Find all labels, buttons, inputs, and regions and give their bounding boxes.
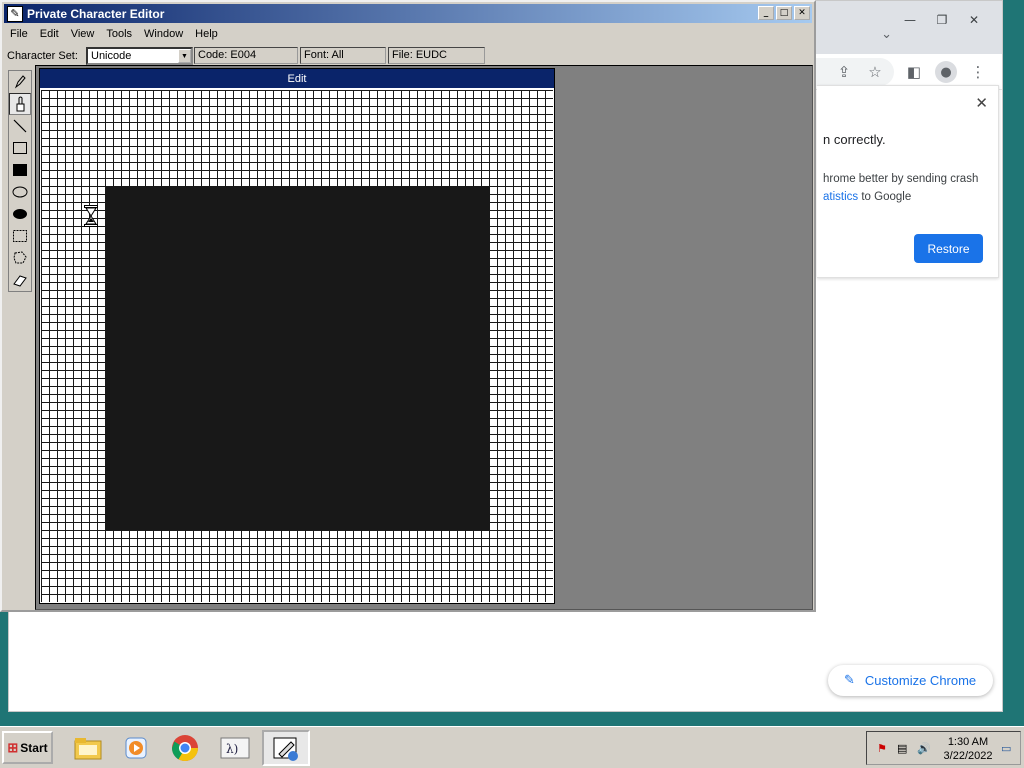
clock-time: 1:30 AM xyxy=(947,736,989,748)
share-icon[interactable]: ⇪ xyxy=(833,61,855,83)
menu-help[interactable]: Help xyxy=(189,28,224,40)
minimize-icon[interactable]: — xyxy=(894,10,926,30)
private-character-editor-window: ✎ Private Character Editor _ □ ✕ File Ed… xyxy=(0,0,816,612)
freeform-selection-tool-icon[interactable] xyxy=(9,247,31,269)
crash-body: hrome better by sending crash atistics t… xyxy=(823,170,978,206)
charset-label: Character Set: xyxy=(7,50,78,62)
windows-flag-icon: ⊞ xyxy=(7,739,19,755)
start-label: Start xyxy=(20,740,48,755)
code-field: Code: E004 xyxy=(194,47,298,64)
app-icon[interactable]: ✎ xyxy=(7,5,23,22)
statistics-link[interactable]: atistics xyxy=(823,191,858,203)
network-icon[interactable]: ▤ xyxy=(897,742,913,756)
clock-date: 3/22/2022 xyxy=(943,750,993,762)
character-map-taskbar-icon[interactable]: λ) xyxy=(211,730,259,766)
media-player-taskbar-icon[interactable] xyxy=(112,730,160,766)
edit-window-title[interactable]: Edit xyxy=(40,69,554,88)
system-tray: ⚑ ▤ 🔊 1:30 AM 3/22/2022 ▭ xyxy=(866,731,1021,765)
character-edit-grid[interactable] xyxy=(41,90,553,602)
menu-icon[interactable]: ⋮ xyxy=(967,61,989,83)
window-title: Private Character Editor xyxy=(27,6,165,21)
eraser-tool-icon[interactable] xyxy=(9,269,31,291)
customize-chrome-button[interactable]: ✎ Customize Chrome xyxy=(828,665,993,696)
dropdown-arrow-icon[interactable]: ▼ xyxy=(178,49,191,63)
edit-window: Edit xyxy=(39,68,555,604)
file-field: File: EUDC xyxy=(388,47,485,64)
pencil-icon: ✎ xyxy=(844,673,855,688)
brush-tool-icon[interactable] xyxy=(9,93,31,115)
svg-text:λ): λ) xyxy=(226,742,238,756)
crash-title: n correctly. xyxy=(823,132,886,147)
hollow-rectangle-tool-icon[interactable] xyxy=(9,137,31,159)
line-tool-icon[interactable] xyxy=(9,115,31,137)
crash-line-1: hrome better by sending crash xyxy=(823,173,979,185)
crash-line-2-rest: to Google xyxy=(858,191,912,203)
close-button[interactable]: ✕ xyxy=(794,6,810,20)
filled-glyph-area xyxy=(105,186,489,530)
chrome-window-controls: — ❐ ✕ xyxy=(894,10,990,30)
star-icon[interactable]: ☆ xyxy=(864,61,886,83)
menu-bar: File Edit View Tools Window Help xyxy=(4,24,224,43)
file-explorer-taskbar-icon[interactable] xyxy=(64,730,112,766)
menu-file[interactable]: File xyxy=(4,28,34,40)
restore-button[interactable]: Restore xyxy=(914,234,983,263)
crash-restore-dialog: ✕ n correctly. hrome better by sending c… xyxy=(817,85,999,278)
filled-ellipse-tool-icon[interactable] xyxy=(9,203,31,225)
menu-view[interactable]: View xyxy=(65,28,101,40)
clock[interactable]: 1:30 AM 3/22/2022 xyxy=(939,735,997,763)
maximize-button[interactable]: □ xyxy=(776,6,792,20)
profile-icon[interactable]: ● xyxy=(935,61,957,83)
chevron-down-icon[interactable]: ⌄ xyxy=(881,27,892,42)
start-button[interactable]: ⊞ Start xyxy=(2,731,53,764)
menu-edit[interactable]: Edit xyxy=(34,28,65,40)
font-field: Font: All xyxy=(300,47,386,64)
window-controls: _ □ ✕ xyxy=(758,6,810,20)
minimize-button[interactable]: _ xyxy=(758,6,774,20)
action-center-flag-icon[interactable]: ⚑ xyxy=(877,742,893,756)
crash-line-2: atistics to Google xyxy=(823,188,978,206)
customize-chrome-label: Customize Chrome xyxy=(864,673,977,688)
volume-icon[interactable]: 🔊 xyxy=(917,742,933,756)
title-bar[interactable]: ✎ Private Character Editor _ □ ✕ xyxy=(4,4,812,23)
taskbar: ⊞ Start λ) ⚑ ▤ 🔊 1:30 AM 3/22/2022 ▭ xyxy=(0,726,1024,768)
menu-window[interactable]: Window xyxy=(138,28,189,40)
charset-value: Unicode xyxy=(91,50,132,62)
private-character-editor-taskbar-icon[interactable] xyxy=(262,730,310,766)
hollow-ellipse-tool-icon[interactable] xyxy=(9,181,31,203)
chrome-taskbar-icon[interactable] xyxy=(161,730,209,766)
filled-rectangle-tool-icon[interactable] xyxy=(9,159,31,181)
mdi-client-area: Edit xyxy=(35,65,813,610)
show-desktop-icon[interactable]: ▭ xyxy=(1001,742,1017,756)
character-info-bar: Character Set: Unicode ▼ Code: E004 Font… xyxy=(4,46,812,66)
pencil-tool-icon[interactable] xyxy=(9,71,31,93)
close-icon[interactable]: ✕ xyxy=(975,94,988,112)
toolbox xyxy=(8,70,32,292)
close-icon[interactable]: ✕ xyxy=(958,10,990,30)
charset-select[interactable]: Unicode ▼ xyxy=(86,47,193,65)
menu-tools[interactable]: Tools xyxy=(100,28,138,40)
rectangular-selection-tool-icon[interactable] xyxy=(9,225,31,247)
side-panel-icon[interactable]: ◧ xyxy=(903,61,925,83)
restore-icon[interactable]: ❐ xyxy=(926,10,958,30)
hourglass-cursor-icon xyxy=(84,205,98,227)
